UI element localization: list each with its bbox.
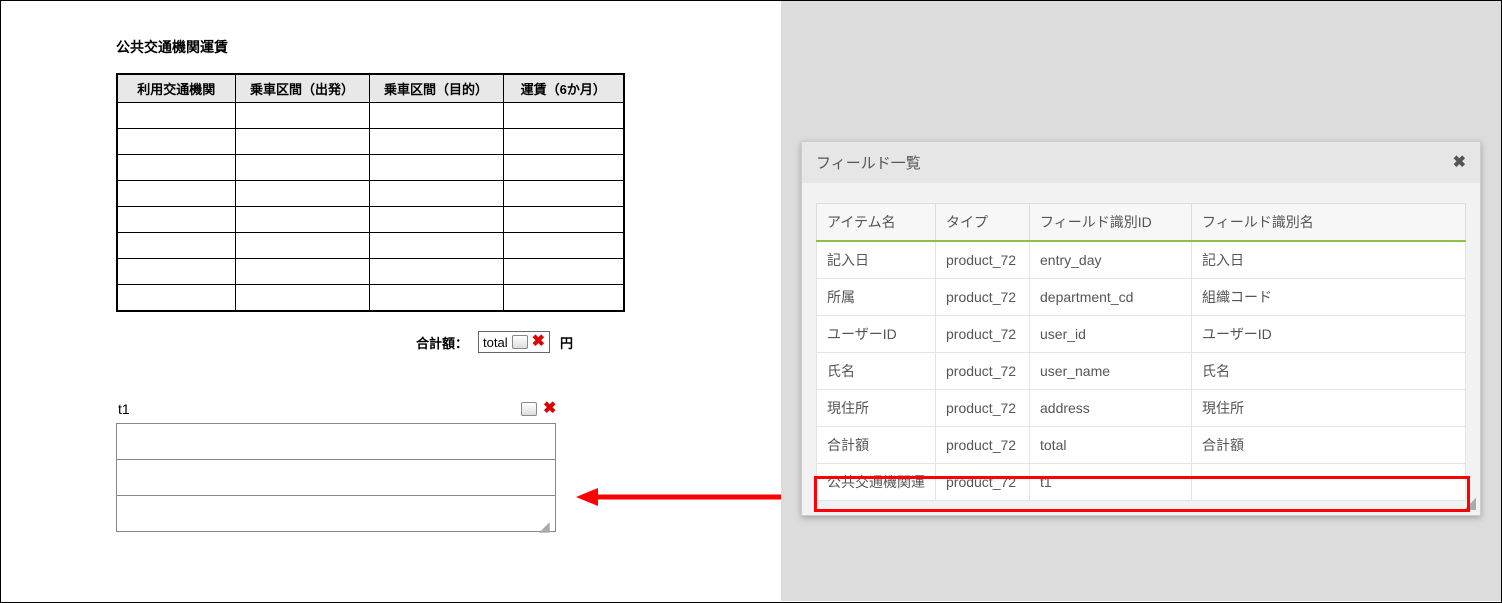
cell-type: product_72 bbox=[936, 427, 1030, 464]
calendar-icon[interactable] bbox=[521, 402, 537, 416]
fare-header: 運賃（6か月） bbox=[503, 74, 624, 103]
dialog-title: フィールド一覧 bbox=[816, 152, 921, 173]
cell-type: product_72 bbox=[936, 390, 1030, 427]
field-header-row: アイテム名 タイプ フィールド識別ID フィールド識別名 bbox=[817, 204, 1466, 242]
field-list-dialog: フィールド一覧 ✖ アイテム名 タイプ フィールド識別ID フィールド識別名 記… bbox=[801, 141, 1481, 516]
cell-name: 公共交通機関運 bbox=[817, 464, 936, 501]
cell-label: 合計額 bbox=[1192, 427, 1466, 464]
table-row[interactable] bbox=[117, 207, 624, 233]
delete-icon[interactable]: ✖ bbox=[543, 401, 556, 417]
cell-type: product_72 bbox=[936, 353, 1030, 390]
cell-label: 記入日 bbox=[1192, 241, 1466, 279]
cell-label: ユーザーID bbox=[1192, 316, 1466, 353]
table-row[interactable]: 公共交通機関運product_72t1 bbox=[817, 464, 1466, 501]
close-icon[interactable]: ✖ bbox=[1453, 155, 1466, 171]
table-row[interactable] bbox=[117, 103, 624, 129]
fare-header: 乗車区間（目的） bbox=[369, 74, 503, 103]
cell-type: product_72 bbox=[936, 464, 1030, 501]
table-row[interactable]: 記入日product_72entry_day記入日 bbox=[817, 241, 1466, 279]
cell-id: total bbox=[1030, 427, 1192, 464]
calendar-icon[interactable] bbox=[512, 335, 528, 349]
total-label: 合計額： bbox=[416, 333, 468, 352]
fare-table: 利用交通機関 乗車区間（出発） 乗車区間（目的） 運賃（6か月） bbox=[116, 73, 625, 312]
total-row: 合計額： total ✖ 円 bbox=[416, 331, 573, 353]
table-row[interactable]: ユーザーIDproduct_72user_idユーザーID bbox=[817, 316, 1466, 353]
cell-id: entry_day bbox=[1030, 241, 1192, 279]
table-row[interactable] bbox=[117, 129, 624, 155]
cell-id: department_cd bbox=[1030, 279, 1192, 316]
col-header[interactable]: アイテム名 bbox=[817, 204, 936, 242]
table-row[interactable] bbox=[117, 233, 624, 259]
table-row[interactable] bbox=[117, 155, 624, 181]
cell-id: user_name bbox=[1030, 353, 1192, 390]
cell-label: 組織コード bbox=[1192, 279, 1466, 316]
table-row[interactable] bbox=[117, 181, 624, 207]
t1-icons: ✖ bbox=[521, 401, 556, 417]
table-row[interactable] bbox=[117, 496, 556, 532]
table-row[interactable]: 合計額product_72total合計額 bbox=[817, 427, 1466, 464]
section-title: 公共交通機関運賃 bbox=[116, 37, 228, 57]
resize-handle-icon[interactable]: ◢ bbox=[539, 518, 550, 535]
cell-type: product_72 bbox=[936, 316, 1030, 353]
t1-label: t1 bbox=[118, 401, 130, 417]
total-field[interactable]: total ✖ bbox=[478, 331, 550, 353]
fare-header: 利用交通機関 bbox=[117, 74, 235, 103]
cell-name: 氏名 bbox=[817, 353, 936, 390]
col-header[interactable]: フィールド識別ID bbox=[1030, 204, 1192, 242]
col-header[interactable]: フィールド識別名 bbox=[1192, 204, 1466, 242]
table-row[interactable] bbox=[117, 285, 624, 311]
cell-label bbox=[1192, 464, 1466, 501]
fare-header: 乗車区間（出発） bbox=[235, 74, 369, 103]
cell-name: ユーザーID bbox=[817, 316, 936, 353]
cell-id: t1 bbox=[1030, 464, 1192, 501]
resize-handle-icon[interactable]: ◢ bbox=[1464, 493, 1476, 513]
cell-label: 現住所 bbox=[1192, 390, 1466, 427]
cell-type: product_72 bbox=[936, 241, 1030, 279]
table-row[interactable] bbox=[117, 460, 556, 496]
t1-table[interactable] bbox=[116, 423, 556, 532]
dialog-body: アイテム名 タイプ フィールド識別ID フィールド識別名 記入日product_… bbox=[802, 183, 1480, 515]
total-unit: 円 bbox=[560, 333, 573, 352]
cell-id: user_id bbox=[1030, 316, 1192, 353]
table-row[interactable] bbox=[117, 424, 556, 460]
cell-name: 所属 bbox=[817, 279, 936, 316]
table-row[interactable]: 所属product_72department_cd組織コード bbox=[817, 279, 1466, 316]
fare-header-row: 利用交通機関 乗車区間（出発） 乗車区間（目的） 運賃（6か月） bbox=[117, 74, 624, 103]
cell-id: address bbox=[1030, 390, 1192, 427]
table-row[interactable]: 氏名product_72user_name氏名 bbox=[817, 353, 1466, 390]
col-header[interactable]: タイプ bbox=[936, 204, 1030, 242]
dialog-header[interactable]: フィールド一覧 ✖ bbox=[802, 142, 1480, 183]
cell-name: 記入日 bbox=[817, 241, 936, 279]
cell-type: product_72 bbox=[936, 279, 1030, 316]
cell-label: 氏名 bbox=[1192, 353, 1466, 390]
form-editor-pane: 公共交通機関運賃 利用交通機関 乗車区間（出発） 乗車区間（目的） 運賃（6か月… bbox=[1, 1, 781, 601]
cell-name: 現住所 bbox=[817, 390, 936, 427]
table-row[interactable]: 現住所product_72address現住所 bbox=[817, 390, 1466, 427]
total-field-text: total bbox=[483, 335, 508, 350]
property-pane: フィールド一覧 ✖ アイテム名 タイプ フィールド識別ID フィールド識別名 記… bbox=[781, 1, 1501, 601]
table-row[interactable] bbox=[117, 259, 624, 285]
field-table: アイテム名 タイプ フィールド識別ID フィールド識別名 記入日product_… bbox=[816, 203, 1466, 501]
delete-icon[interactable]: ✖ bbox=[532, 334, 545, 350]
cell-name: 合計額 bbox=[817, 427, 936, 464]
